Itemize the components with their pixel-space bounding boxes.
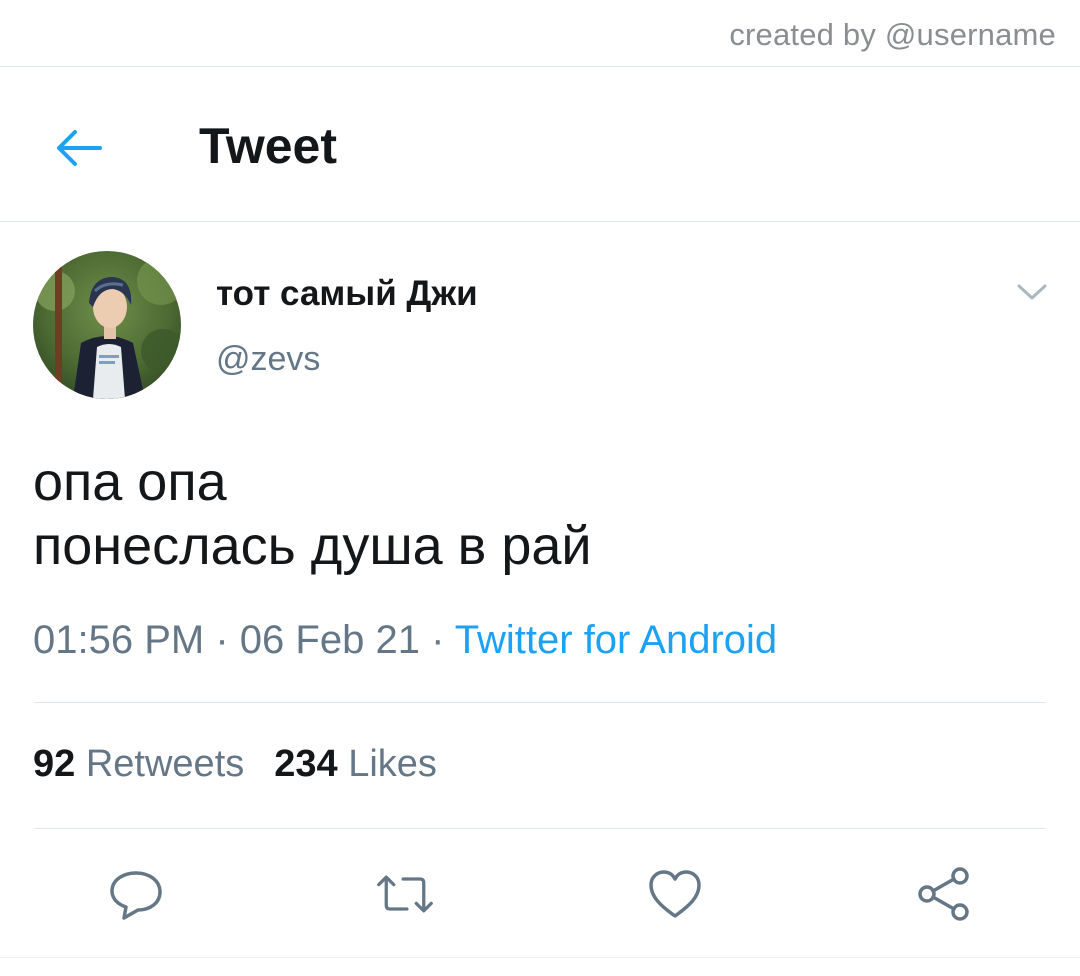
back-button[interactable] [50, 120, 106, 176]
more-options-button[interactable] [1012, 278, 1052, 306]
credit-text: created by @username [729, 17, 1056, 52]
tweet-text-line: понеслась душа в рай [33, 516, 592, 576]
reply-button[interactable] [106, 864, 166, 924]
retweet-icon [377, 875, 433, 913]
heart-icon [649, 870, 701, 918]
page-title: Tweet [199, 118, 337, 174]
share-button[interactable] [914, 864, 974, 924]
tweet-source-link[interactable]: Twitter for Android [455, 618, 777, 662]
author-handle[interactable]: @zevs [216, 340, 320, 379]
divider [0, 957, 1080, 958]
likes-stat[interactable]: 234 Likes [274, 743, 437, 785]
avatar-image [33, 251, 181, 399]
meta-separator: · [431, 618, 445, 662]
retweets-count: 92 [33, 743, 76, 785]
tweet-date: 06 Feb 21 [239, 618, 420, 662]
divider [34, 828, 1046, 829]
arrow-left-icon [57, 130, 102, 166]
retweet-button[interactable] [375, 864, 435, 924]
like-button[interactable] [645, 864, 705, 924]
tweet-text-line: опа опа [33, 452, 227, 512]
author-name[interactable]: тот самый Джи [216, 274, 478, 314]
likes-count: 234 [274, 743, 338, 785]
meta-separator: · [215, 618, 229, 662]
share-icon [918, 867, 969, 921]
divider [34, 702, 1046, 703]
retweets-stat[interactable]: 92 Retweets [33, 743, 244, 785]
tweet-text: опа опа понеслась душа в рай [33, 450, 1033, 578]
tweet-time: 01:56 PM [33, 618, 205, 662]
retweets-label: Retweets [85, 743, 245, 785]
tweet-metadata: 01:56 PM · 06 Feb 21 · Twitter for Andro… [33, 618, 777, 663]
chevron-down-icon [1017, 284, 1047, 300]
likes-label: Likes [348, 743, 437, 785]
reply-icon [110, 871, 162, 920]
avatar[interactable] [33, 251, 181, 399]
tweet-stats: 92 Retweets 234 Likes [33, 743, 437, 786]
divider [0, 221, 1080, 222]
divider [0, 66, 1080, 67]
